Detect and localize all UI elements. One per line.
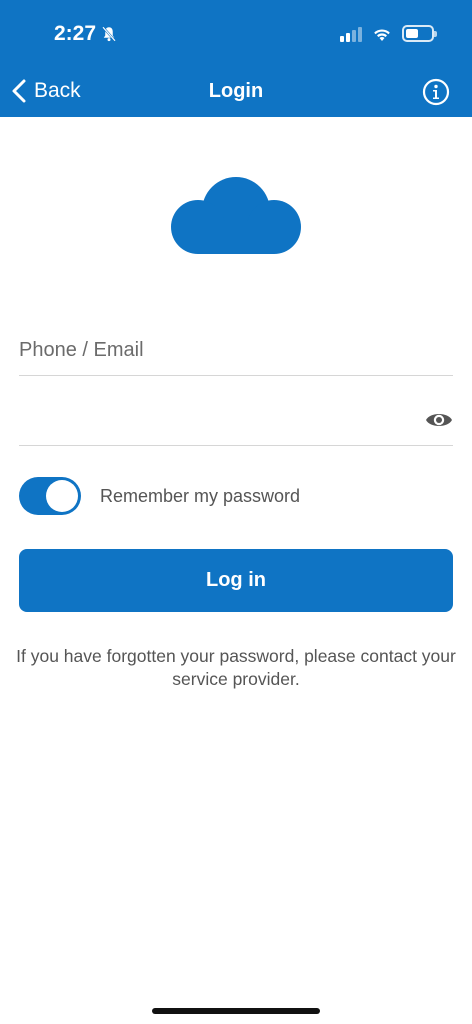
remember-password-toggle[interactable] [19, 477, 81, 515]
email-field-container [19, 326, 453, 376]
remember-password-row: Remember my password [19, 477, 300, 515]
forgot-password-text: If you have forgotten your password, ple… [16, 646, 456, 689]
wifi-icon [374, 28, 390, 41]
password-field[interactable] [19, 396, 453, 445]
battery-icon [402, 25, 437, 42]
page-title: Login [208, 80, 264, 102]
toggle-knob [46, 480, 78, 512]
status-time: 2:27 [54, 22, 97, 45]
cloud-icon [171, 177, 301, 254]
cellular-signal-icon [340, 26, 362, 42]
bell-slash-icon [102, 26, 116, 42]
password-field-container [19, 396, 453, 446]
app-header: 2:27 Back Login [0, 0, 472, 117]
home-indicator[interactable] [152, 1008, 320, 1014]
status-bar: 2:27 [0, 0, 472, 70]
remember-password-label: Remember my password [100, 485, 301, 506]
info-icon[interactable] [422, 78, 450, 106]
status-icons [340, 25, 437, 42]
nav-bar: Back Login [0, 70, 472, 117]
status-time-group: 2:27 [54, 22, 118, 46]
eye-icon[interactable] [425, 409, 453, 431]
email-field[interactable] [19, 326, 453, 375]
login-button[interactable]: Log in [19, 549, 453, 612]
